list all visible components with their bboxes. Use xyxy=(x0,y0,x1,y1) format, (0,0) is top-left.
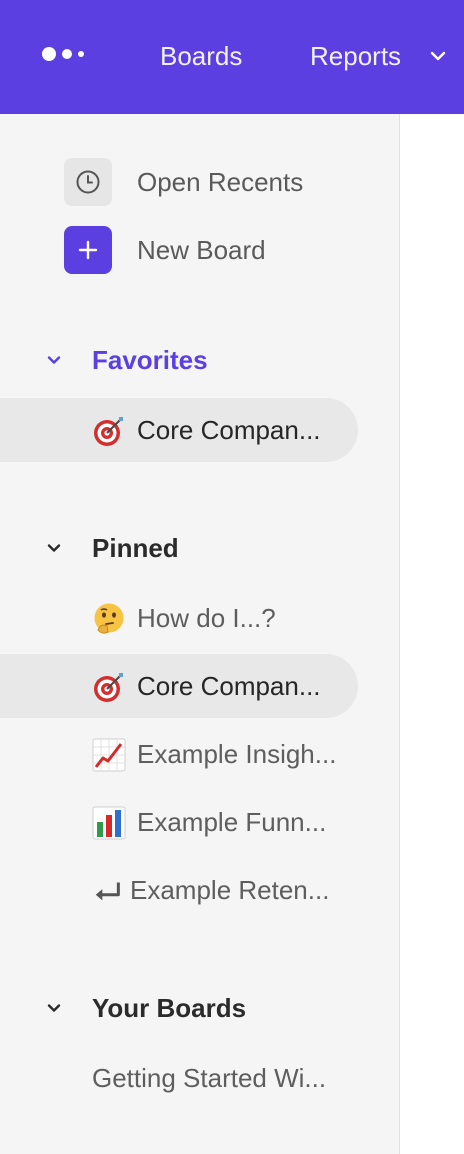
target-dart-icon xyxy=(94,673,123,702)
thinking-face-icon xyxy=(94,603,124,634)
clock-icon xyxy=(64,158,112,206)
pinned-item-label: Example Funn... xyxy=(137,807,327,837)
chevron-down-icon xyxy=(47,1004,61,1012)
pinned-item-label: Example Insigh... xyxy=(137,739,337,769)
main-content-area xyxy=(400,114,464,1154)
favorite-item-label: Core Compan... xyxy=(137,415,321,445)
board-item-label: Getting Started Wi... xyxy=(92,1063,327,1093)
open-recents-button[interactable]: Open Recents xyxy=(64,158,364,206)
pinned-item-label: How do I...? xyxy=(137,603,276,633)
new-board-button[interactable]: New Board xyxy=(64,226,364,274)
section-your-boards-title: Your Boards xyxy=(92,993,247,1023)
favorite-item-core-company[interactable]: Core Compan... xyxy=(0,398,358,462)
section-favorites-header[interactable]: Favorites xyxy=(40,340,360,380)
chart-increasing-icon xyxy=(92,738,126,772)
sidebar: Open Recents New Board Favorites Core Co… xyxy=(0,114,400,1154)
chevron-down-icon[interactable] xyxy=(428,46,448,66)
board-item-getting-started[interactable]: Getting Started Wi... xyxy=(0,1046,358,1110)
open-recents-label: Open Recents xyxy=(137,167,304,197)
pinned-item-core-company[interactable]: Core Compan... xyxy=(0,654,358,718)
nav-reports[interactable]: Reports xyxy=(310,36,401,76)
return-arrow-icon xyxy=(95,882,120,901)
pinned-item-label: Example Reten... xyxy=(130,875,330,905)
section-pinned-header[interactable]: Pinned xyxy=(40,528,360,568)
pinned-item-label: Core Compan... xyxy=(137,671,321,701)
chevron-down-icon xyxy=(47,544,61,552)
pinned-item-example-retention[interactable]: Example Reten... xyxy=(0,858,358,922)
bar-chart-icon xyxy=(92,806,126,840)
plus-icon xyxy=(64,226,112,274)
pinned-item-how-do-i[interactable]: How do I...? xyxy=(0,586,358,650)
new-board-label: New Board xyxy=(137,235,266,265)
target-dart-icon xyxy=(94,417,123,446)
nav-boards[interactable]: Boards xyxy=(160,36,242,76)
chevron-down-icon xyxy=(47,356,61,364)
section-your-boards-header[interactable]: Your Boards xyxy=(40,988,360,1028)
dots-logo-icon[interactable] xyxy=(42,46,90,62)
pinned-item-example-insights[interactable]: Example Insigh... xyxy=(0,722,358,786)
pinned-item-example-funnel[interactable]: Example Funn... xyxy=(0,790,358,854)
section-pinned-title: Pinned xyxy=(92,533,179,563)
top-navigation-bar: Boards Reports xyxy=(0,0,464,114)
section-favorites-title: Favorites xyxy=(92,345,208,375)
